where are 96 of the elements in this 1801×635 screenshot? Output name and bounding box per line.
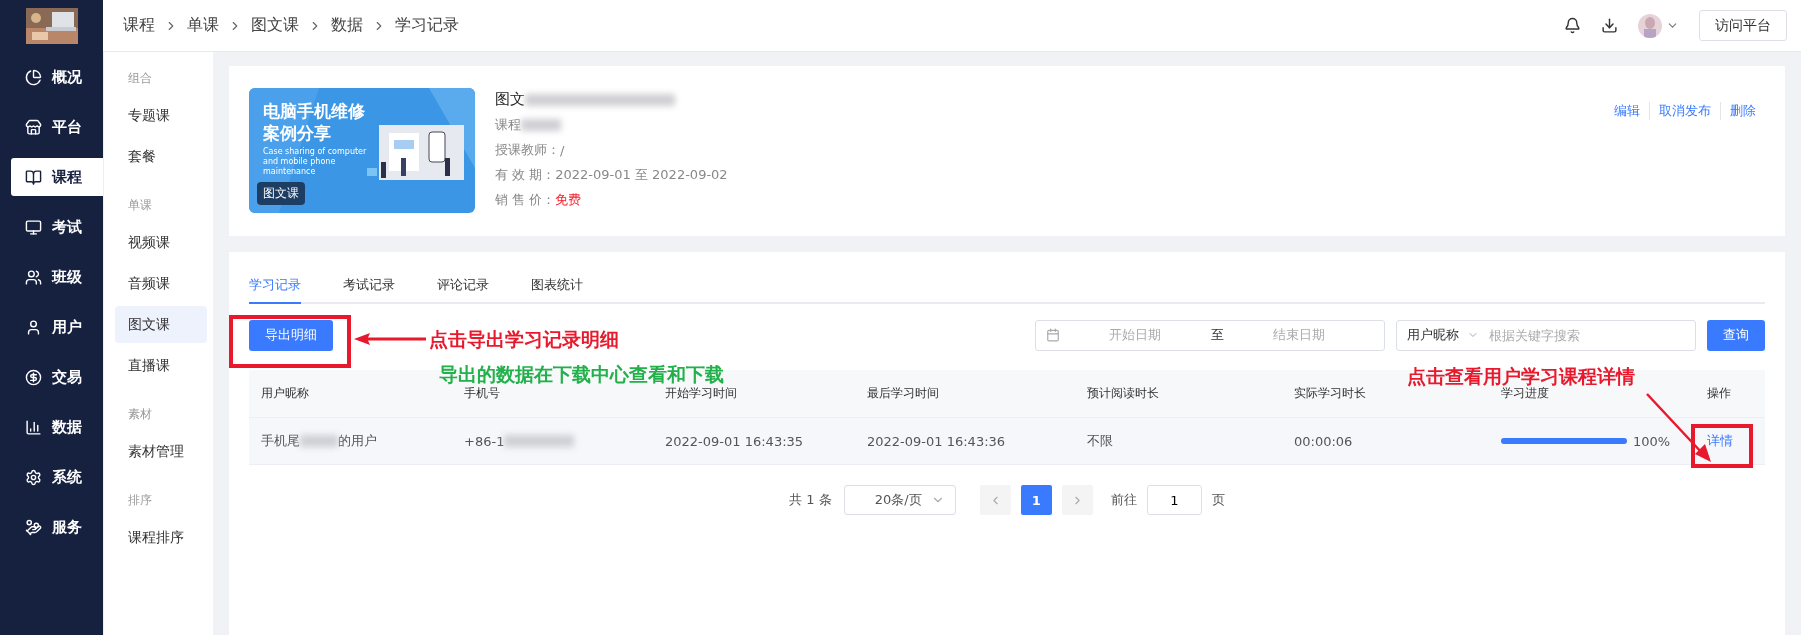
total-count: 共 1 条 bbox=[789, 491, 832, 509]
table-cell: 手机尾 bbox=[261, 432, 300, 450]
download-icon[interactable] bbox=[1601, 17, 1618, 34]
annotation-text: 点击导出学习记录明细 bbox=[429, 327, 619, 352]
course-action-link[interactable]: 取消发布 bbox=[1649, 102, 1720, 120]
sidebar-item[interactable]: 班级 bbox=[11, 258, 103, 296]
nav-group-title: 组合 bbox=[128, 70, 153, 87]
sidebar-item[interactable]: 交易 bbox=[11, 358, 103, 396]
store-icon bbox=[25, 118, 42, 136]
users-icon bbox=[25, 268, 42, 286]
table-cell-text: 2022-09-01 16:43:35 bbox=[665, 433, 805, 449]
tab[interactable]: 图表统计 bbox=[531, 276, 583, 304]
date-range-field[interactable]: 开始日期 至 结束日期 bbox=[1035, 319, 1385, 351]
breadcrumb-item[interactable]: 单课 bbox=[187, 15, 219, 36]
sidebar-item[interactable]: 考试 bbox=[11, 208, 103, 246]
tab[interactable]: 考试记录 bbox=[343, 276, 395, 304]
sidebar-item[interactable]: 用户 bbox=[11, 308, 103, 346]
subnav-item[interactable]: 视频课 bbox=[115, 224, 207, 261]
table-cell: +86-1 bbox=[464, 433, 505, 449]
coin-icon bbox=[25, 368, 42, 386]
bell-icon[interactable] bbox=[1564, 17, 1581, 34]
field-label: 有 效 期： bbox=[495, 166, 556, 184]
table-cell-text: 2022-09-01 16:43:36 bbox=[867, 433, 1007, 449]
column-header: 学习进度 bbox=[1501, 386, 1550, 402]
price-value: 免费 bbox=[555, 191, 582, 209]
blurred-text bbox=[300, 435, 338, 447]
hand-coin-icon bbox=[25, 518, 42, 536]
cover-title: 电脑手机维修 bbox=[263, 100, 366, 122]
annotation-text: 点击查看用户学习课程详情 bbox=[1407, 364, 1635, 387]
table-cell-text: 不限 bbox=[1087, 432, 1114, 450]
tab[interactable]: 评论记录 bbox=[437, 276, 489, 304]
highlight-frame bbox=[1691, 424, 1753, 468]
column-header: 实际学习时长 bbox=[1294, 385, 1367, 402]
blurred-text bbox=[504, 435, 575, 447]
page-button[interactable]: 1 bbox=[1020, 485, 1052, 515]
detail-link[interactable]: 详情 bbox=[1707, 432, 1733, 450]
course-title: 图文 bbox=[495, 90, 525, 109]
user-icon bbox=[25, 318, 42, 336]
export-button[interactable]: 导出明细 bbox=[249, 319, 333, 351]
subnav-item[interactable]: 素材管理 bbox=[115, 433, 207, 470]
subnav-item[interactable]: 直播课 bbox=[115, 347, 207, 384]
subnav-item[interactable]: 音频课 bbox=[115, 265, 207, 302]
sidebar-item[interactable]: 服务 bbox=[11, 508, 103, 546]
column-header: 手机号 bbox=[464, 385, 501, 402]
table-cell: 的用户 bbox=[338, 432, 377, 450]
course-action-link[interactable]: 删除 bbox=[1720, 102, 1765, 120]
tab[interactable]: 学习记录 bbox=[249, 276, 301, 304]
subnav-item[interactable]: 图文课 bbox=[115, 306, 207, 343]
page-size-select[interactable]: 20条/页 bbox=[843, 485, 956, 515]
field-value: / bbox=[560, 142, 565, 158]
subnav-item[interactable]: 课程排序 bbox=[115, 519, 207, 556]
progress-value: 100% bbox=[1633, 433, 1671, 449]
breadcrumb-item[interactable]: 数据 bbox=[331, 15, 363, 36]
settings-icon bbox=[25, 468, 42, 486]
course-type-badge: 图文课 bbox=[257, 182, 305, 205]
sidebar-item[interactable]: 数据 bbox=[11, 408, 103, 446]
calendar-icon bbox=[1046, 328, 1060, 342]
search-field[interactable]: 用户昵称 根据关键字搜索 bbox=[1396, 319, 1696, 351]
goto-label: 前往 bbox=[1110, 491, 1137, 509]
breadcrumb-item[interactable]: 图文课 bbox=[251, 15, 299, 36]
sidebar-item[interactable]: 平台 bbox=[11, 108, 103, 146]
annotation-text: 导出的数据在下载中心查看和下载 bbox=[439, 362, 724, 387]
cover-title: 案例分享 bbox=[263, 122, 332, 144]
subnav-item[interactable]: 套餐 bbox=[115, 138, 207, 175]
bar-chart-icon bbox=[25, 418, 42, 436]
table-cell-text: 00:00:06 bbox=[1294, 433, 1354, 449]
search-type-select[interactable]: 用户昵称 bbox=[1407, 326, 1459, 344]
field-value: 2022-09-01 至 2022-09-02 bbox=[555, 166, 728, 184]
page-unit: 页 bbox=[1211, 491, 1225, 509]
column-header: 开始学习时间 bbox=[665, 385, 738, 402]
breadcrumb-item[interactable]: 课程 bbox=[123, 15, 155, 36]
query-button[interactable]: 查询 bbox=[1707, 319, 1765, 351]
nav-group-title: 排序 bbox=[128, 492, 153, 509]
annotation-arrow bbox=[354, 332, 426, 346]
blurred-text bbox=[521, 119, 561, 131]
course-action-link[interactable]: 编辑 bbox=[1605, 102, 1649, 120]
cover-subtitle: Case sharing of computer and mobile phone maintenance bbox=[263, 147, 368, 177]
course-category: 课程 bbox=[495, 116, 521, 134]
column-header: 操作 bbox=[1707, 385, 1732, 402]
visit-platform-button[interactable]: 访问平台 bbox=[1699, 10, 1787, 41]
monitor-icon bbox=[25, 218, 42, 236]
book-icon bbox=[25, 168, 42, 186]
page-input[interactable]: 1 bbox=[1146, 485, 1202, 515]
field-label: 授课教师： bbox=[495, 141, 560, 159]
sidebar-item[interactable]: 概况 bbox=[11, 58, 103, 96]
field-label: 销 售 价： bbox=[495, 191, 556, 209]
nav-group-title: 单课 bbox=[128, 197, 153, 214]
sidebar-item[interactable]: 系统 bbox=[11, 458, 103, 496]
sidebar-item[interactable]: 课程 bbox=[11, 158, 103, 196]
nav-group-title: 素材 bbox=[128, 406, 153, 423]
column-header: 最后学习时间 bbox=[867, 385, 940, 402]
pie-chart-icon bbox=[25, 68, 42, 86]
column-header: 用户昵称 bbox=[261, 385, 310, 402]
subnav-item[interactable]: 专题课 bbox=[115, 97, 207, 134]
column-header: 预计阅读时长 bbox=[1087, 385, 1160, 402]
breadcrumb-item: 学习记录 bbox=[395, 15, 459, 36]
